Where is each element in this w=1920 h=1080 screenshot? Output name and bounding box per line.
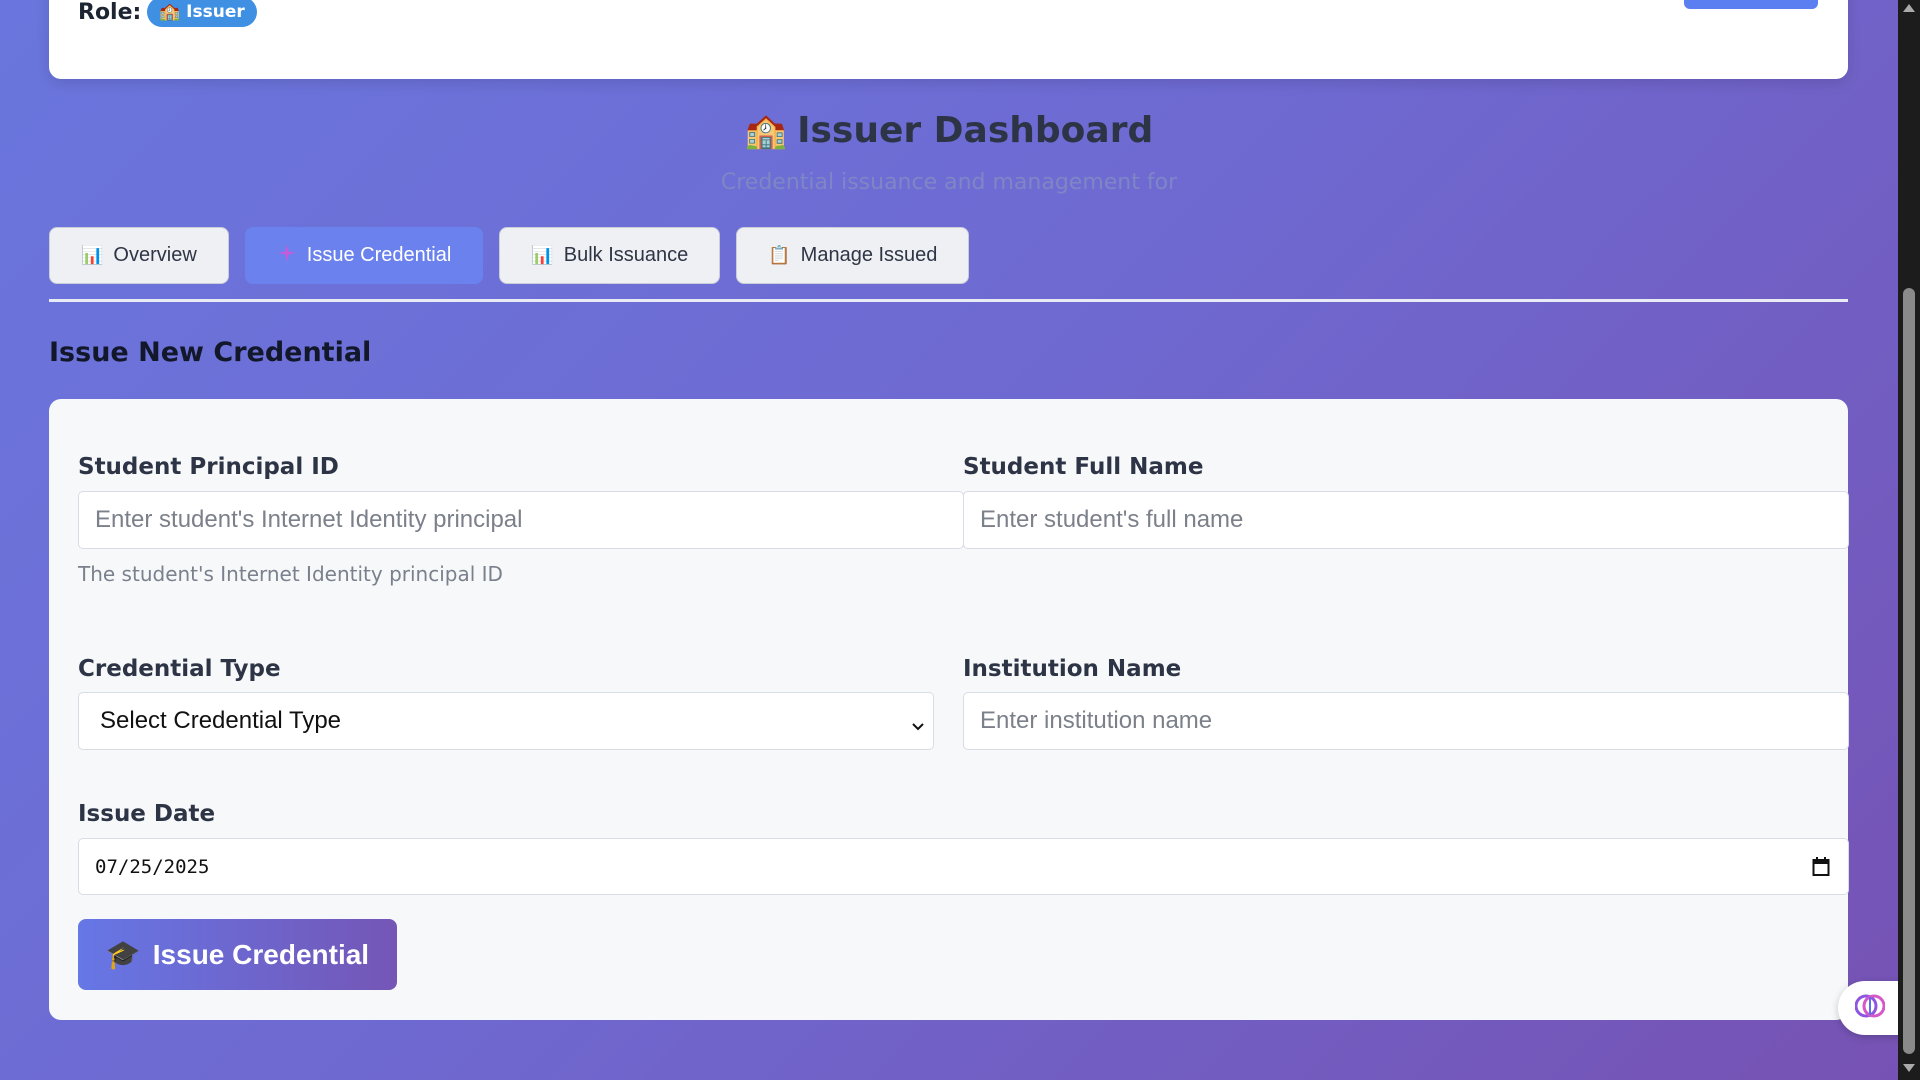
role-label: Role: (78, 0, 142, 25)
student-name-input[interactable]: Enter student's full name (963, 491, 1849, 549)
page-title: 🏫 Issuer Dashboard (0, 110, 1898, 151)
role-badge: 🏫 Issuer (147, 0, 257, 27)
tab-label: Bulk Issuance (563, 244, 689, 266)
issue-date-input[interactable]: 07/25/2025 (78, 838, 1849, 895)
tab-bulk-issuance[interactable]: 📊 Bulk Issuance (499, 227, 721, 284)
page-title-text: Issuer Dashboard (797, 110, 1154, 151)
role-badge-text: Issuer (186, 2, 245, 22)
school-icon: 🏫 (159, 2, 181, 22)
scrollbar-thumb[interactable] (1903, 288, 1915, 1054)
school-icon: 🏫 (744, 111, 788, 151)
tab-label: Manage Issued (800, 244, 938, 266)
institution-input[interactable]: Enter institution name (963, 692, 1849, 750)
student-name-label: Student Full Name (963, 454, 1204, 480)
tab-label: Overview (113, 244, 197, 266)
issue-credential-form: Student Principal ID Enter student's Int… (49, 399, 1849, 1020)
role-card: Role: 🏫 Issuer (49, 0, 1848, 79)
calendar-icon[interactable] (1812, 856, 1830, 884)
student-principal-input[interactable]: Enter student's Internet Identity princi… (78, 491, 964, 549)
student-principal-label: Student Principal ID (78, 454, 339, 480)
bar-chart-icon: 📊 (81, 245, 104, 265)
issue-credential-button-label: Issue Credential (152, 938, 370, 970)
page-subtitle: Credential issuance and management for (720, 170, 1178, 195)
chevron-down-icon (911, 712, 925, 740)
issue-date-value: 07/25/2025 (95, 855, 210, 878)
student-principal-hint: The student's Internet Identity principa… (78, 562, 503, 586)
credential-type-label: Credential Type (78, 656, 281, 682)
assistant-widget-button[interactable] (1838, 981, 1902, 1035)
scroll-up-arrow-icon[interactable] (1903, 4, 1915, 12)
tab-manage-issued[interactable]: 📋 Manage Issued (736, 227, 970, 284)
issue-credential-button[interactable]: 🎓 Issue Credential (78, 919, 397, 990)
institution-label: Institution Name (963, 656, 1182, 682)
bar-chart-icon: 📊 (531, 245, 554, 265)
tab-bar: 📊 Overview Issue Credential 📊 Bulk Issua… (49, 227, 970, 284)
tab-divider (49, 299, 1848, 302)
vertical-scrollbar[interactable] (1898, 0, 1920, 1080)
credential-type-select[interactable]: Select Credential Type (78, 692, 934, 750)
tab-issue-credential[interactable]: Issue Credential (244, 227, 484, 284)
issue-date-label: Issue Date (78, 801, 216, 827)
scroll-down-arrow-icon[interactable] (1903, 1064, 1915, 1072)
graduation-cap-icon: 🎓 (105, 939, 141, 970)
credential-type-selected: Select Credential Type (100, 707, 342, 734)
clipboard-icon: 📋 (768, 245, 791, 265)
brain-icon (1854, 991, 1886, 1025)
header-action-button[interactable] (1684, 0, 1818, 9)
tab-overview[interactable]: 📊 Overview (49, 227, 229, 284)
section-title: Issue New Credential (49, 337, 372, 368)
sparkle-icon (277, 243, 297, 268)
tab-label: Issue Credential (306, 244, 452, 266)
